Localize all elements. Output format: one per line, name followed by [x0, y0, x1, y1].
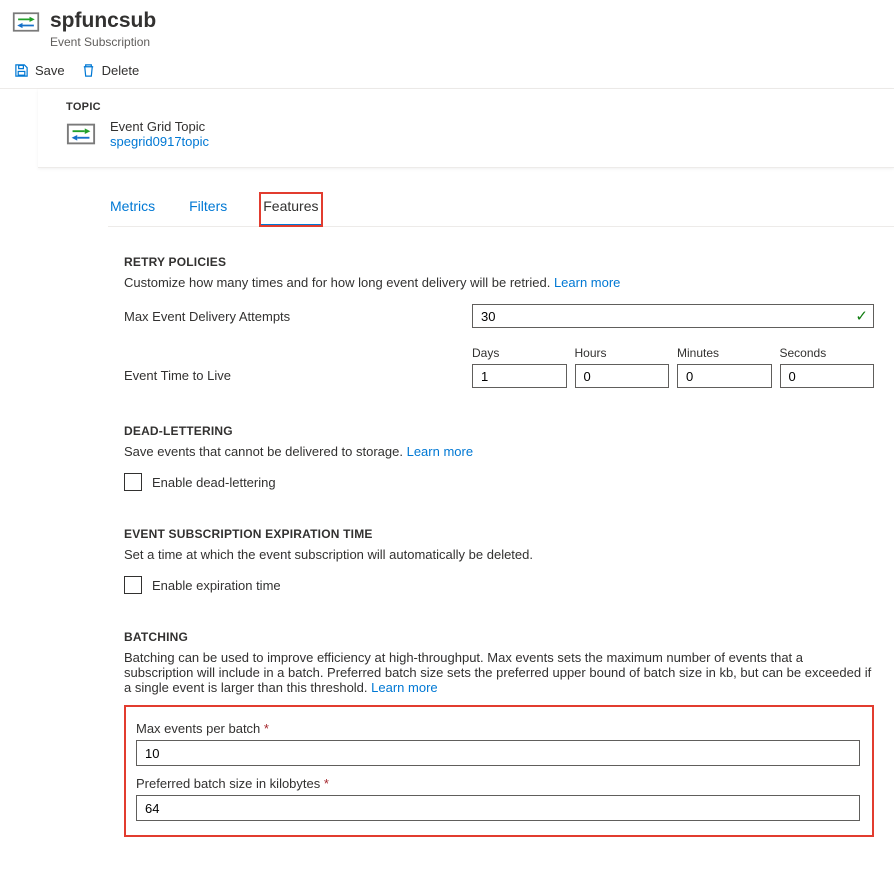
dead-learn-more-link[interactable]: Learn more — [407, 444, 473, 459]
section-retry-policies: RETRY POLICIES Customize how many times … — [124, 255, 874, 388]
tab-metrics[interactable]: Metrics — [108, 192, 157, 226]
pref-size-label: Preferred batch size in kilobytes — [136, 776, 320, 791]
expire-desc: Set a time at which the event subscripti… — [124, 547, 533, 562]
batch-desc: Batching can be used to improve efficien… — [124, 650, 871, 695]
max-attempts-label: Max Event Delivery Attempts — [124, 309, 472, 324]
page-header: spfuncsub Event Subscription — [0, 0, 894, 53]
checkbox-box-icon — [124, 473, 142, 491]
section-dead-lettering: DEAD-LETTERING Save events that cannot b… — [124, 424, 874, 491]
dead-heading: DEAD-LETTERING — [124, 424, 874, 438]
section-batching: BATCHING Batching can be used to improve… — [124, 630, 874, 837]
dead-desc: Save events that cannot be delivered to … — [124, 444, 403, 459]
delete-label: Delete — [102, 63, 140, 78]
save-label: Save — [35, 63, 65, 78]
save-button[interactable]: Save — [14, 63, 65, 78]
section-expiration: EVENT SUBSCRIPTION EXPIRATION TIME Set a… — [124, 527, 874, 594]
seconds-input[interactable] — [780, 364, 875, 388]
command-bar: Save Delete — [0, 53, 894, 89]
pref-size-input[interactable] — [136, 795, 860, 821]
save-icon — [14, 63, 29, 78]
expire-heading: EVENT SUBSCRIPTION EXPIRATION TIME — [124, 527, 874, 541]
batching-highlight-box: Max events per batch * Preferred batch s… — [124, 705, 874, 837]
topic-type: Event Grid Topic — [110, 119, 209, 134]
delete-button[interactable]: Delete — [81, 63, 140, 78]
hours-input[interactable] — [575, 364, 670, 388]
ttl-label: Event Time to Live — [124, 352, 472, 383]
hours-label: Hours — [575, 346, 670, 360]
resource-type-label: Event Subscription — [50, 35, 156, 49]
tab-filters[interactable]: Filters — [187, 192, 229, 226]
event-grid-topic-icon — [66, 119, 96, 149]
delete-icon — [81, 63, 96, 78]
topic-card: TOPIC Event Grid Topic spegrid0917topic — [38, 89, 894, 168]
event-subscription-icon — [12, 8, 40, 36]
seconds-label: Seconds — [780, 346, 875, 360]
batch-heading: BATCHING — [124, 630, 874, 644]
days-input[interactable] — [472, 364, 567, 388]
expire-checkbox-label: Enable expiration time — [152, 578, 281, 593]
required-asterisk: * — [264, 721, 269, 736]
expiration-checkbox[interactable]: Enable expiration time — [124, 576, 874, 594]
tab-features[interactable]: Features — [259, 192, 322, 227]
max-events-input[interactable] — [136, 740, 860, 766]
minutes-label: Minutes — [677, 346, 772, 360]
days-label: Days — [472, 346, 567, 360]
batch-learn-more-link[interactable]: Learn more — [371, 680, 437, 695]
page-title: spfuncsub — [50, 8, 156, 33]
tabs: Metrics Filters Features — [108, 192, 894, 227]
max-attempts-field: ✓ — [472, 304, 874, 328]
topic-link[interactable]: spegrid0917topic — [110, 134, 209, 149]
checkbox-box-icon — [124, 576, 142, 594]
retry-heading: RETRY POLICIES — [124, 255, 874, 269]
topic-label: TOPIC — [66, 101, 874, 113]
dead-checkbox-label: Enable dead-lettering — [152, 475, 276, 490]
retry-desc: Customize how many times and for how lon… — [124, 275, 550, 290]
max-attempts-input[interactable] — [472, 304, 874, 328]
minutes-input[interactable] — [677, 364, 772, 388]
retry-learn-more-link[interactable]: Learn more — [554, 275, 620, 290]
dead-lettering-checkbox[interactable]: Enable dead-lettering — [124, 473, 874, 491]
max-events-label: Max events per batch — [136, 721, 260, 736]
required-asterisk: * — [324, 776, 329, 791]
